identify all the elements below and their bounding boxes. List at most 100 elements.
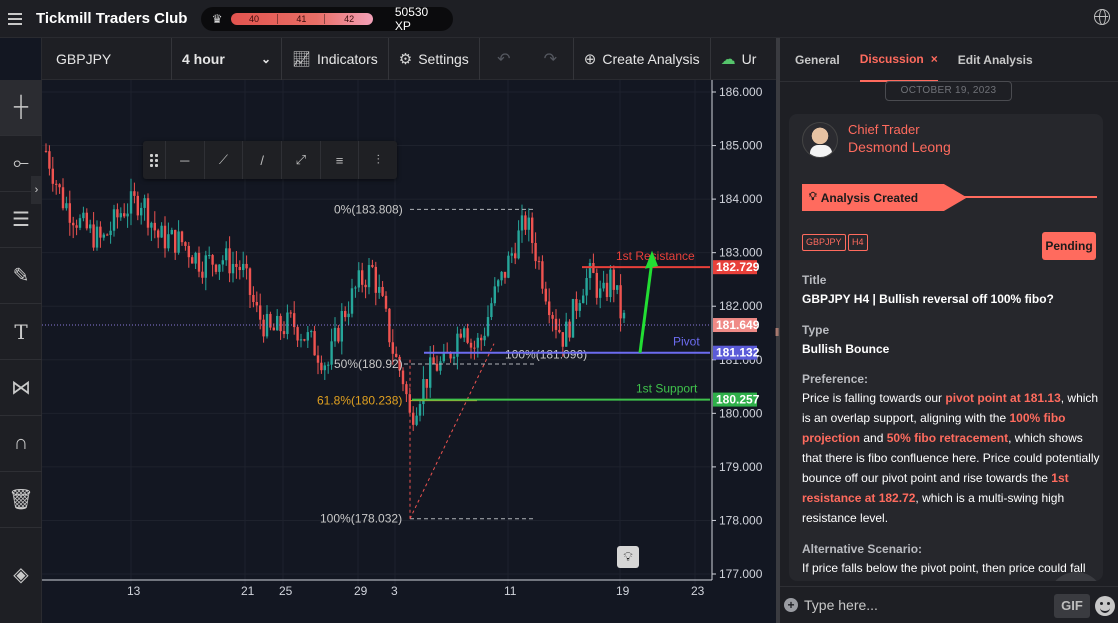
redo-button[interactable]: ↷ [528, 37, 574, 80]
hamburger-menu-icon[interactable] [4, 0, 26, 38]
tab-discussion[interactable]: Discussion × [859, 38, 938, 82]
close-icon[interactable]: × [931, 52, 938, 66]
xp-progress[interactable]: ♛ 40 41 42 50530 XP [201, 5, 454, 33]
interval-dropdown[interactable]: 4 hour ⌄ [172, 37, 282, 80]
candle-body [429, 357, 432, 388]
candle-body [330, 341, 333, 365]
settings-button[interactable]: ⚙ Settings [389, 37, 480, 80]
candle-body [272, 327, 275, 331]
pattern-icon: ⋈ [11, 377, 31, 399]
candle-body [194, 252, 197, 264]
status-badge: Pending [1042, 232, 1096, 260]
candle-body [289, 312, 292, 314]
candle-body [609, 269, 612, 298]
candle-body [163, 225, 167, 249]
chart-area[interactable]: 186.000 185.000 184.000 183.000 182.000 181.0… [42, 80, 778, 606]
horizontal-line-icon[interactable]: ─ [164, 141, 204, 179]
candle-body [286, 312, 289, 335]
gif-button[interactable]: GIF [1054, 594, 1090, 618]
ray-icon[interactable]: ⟋ [203, 141, 243, 179]
candle-body [412, 412, 415, 425]
candle-body [432, 357, 435, 364]
candle-body [214, 264, 218, 272]
candle-body [599, 288, 602, 298]
fib-label: 100%(178.032) [320, 512, 402, 526]
price-badge-label: 180.257 [716, 393, 760, 407]
create-analysis-button[interactable]: ⊕ Create Analysis [574, 37, 711, 80]
emoji-icon[interactable] [1095, 596, 1115, 616]
candle-body [527, 217, 530, 230]
candle-body [571, 299, 575, 338]
candle-body [180, 231, 184, 243]
candle-body [524, 215, 527, 230]
expand-tools-chevron-icon[interactable]: › [31, 176, 42, 204]
price-tick-label: 180.000 [719, 406, 763, 420]
lightbulb-icon[interactable]: 💡︎ [617, 546, 639, 568]
candle-body [296, 327, 299, 341]
indicators-button[interactable]: 📈︎ Indicators [282, 37, 389, 80]
candle-body [204, 255, 207, 278]
tab-general[interactable]: General [795, 38, 840, 82]
symbol-selector[interactable]: GBPJPY [42, 37, 172, 80]
layers-icon: ◈ [13, 563, 29, 586]
candle-body [588, 262, 592, 278]
tab-edit-analysis[interactable]: Edit Analysis [958, 38, 1033, 82]
candle-body [361, 270, 364, 285]
cloud-check-icon: ☁ [720, 50, 736, 68]
globe-icon[interactable] [1094, 9, 1110, 25]
brush-tool[interactable]: ✎ [0, 248, 42, 304]
avatar[interactable] [802, 122, 838, 158]
candle-body [354, 287, 357, 289]
rank-badge-icon: ♛ [211, 11, 223, 26]
candle-body [140, 207, 143, 216]
alternative-scenario-label: Alternative Scenario: [802, 542, 923, 556]
drag-handle-icon[interactable] [143, 153, 165, 167]
delete-tool[interactable]: 🗑︎ [0, 472, 42, 528]
candle-body [561, 332, 564, 347]
candle-body [480, 337, 483, 341]
fib-channel-icon[interactable]: ⫶ [358, 141, 397, 179]
layers-tool[interactable]: ◈ [0, 546, 42, 602]
time-tick-label: 29 [354, 584, 368, 598]
interval-label: 4 hour [182, 50, 225, 67]
candle-body [119, 213, 122, 218]
trend-line-icon[interactable]: / [242, 141, 281, 179]
candle-body [367, 265, 371, 288]
price-tick-label: 186.000 [719, 85, 763, 99]
pref-text-part: and [860, 431, 887, 445]
xp-level: 41 [278, 13, 326, 24]
crosshair-tool[interactable]: ┼ [0, 80, 42, 136]
title-value: GBPJPY H4 | Bullish reversal off 100% fi… [802, 292, 1054, 306]
candle-body [136, 195, 139, 216]
candle-body [486, 317, 490, 336]
candle-body [320, 362, 323, 371]
candle-body [415, 415, 418, 425]
extended-line-icon[interactable]: ⤢ [280, 141, 320, 179]
candle-body [133, 191, 136, 196]
candle-body [391, 342, 394, 354]
text-tool[interactable]: T [0, 304, 42, 360]
type-label: Type [802, 323, 830, 337]
parallel-channel-icon[interactable]: ≡ [319, 141, 359, 179]
trash-icon: 🗑︎ [8, 489, 34, 511]
candle-body [497, 280, 500, 287]
analysis-created-label: Analysis Created [820, 190, 919, 205]
candle-body [534, 242, 537, 262]
support-label: 1st Support [636, 382, 698, 396]
projection-arrow [638, 260, 654, 354]
candle-body [575, 299, 578, 311]
cloud-save-button[interactable]: ☁ Ur [711, 38, 767, 80]
candle-body [170, 229, 173, 235]
message-input[interactable] [804, 593, 1044, 617]
candle-body [276, 315, 279, 331]
undo-icon: ↶ [497, 50, 511, 68]
candle-body [374, 266, 377, 293]
undo-button[interactable]: ↶ [480, 38, 528, 80]
magnet-tool[interactable]: ∩ [0, 416, 42, 472]
attach-plus-icon[interactable]: + [784, 598, 798, 612]
pattern-tool[interactable]: ⋈ [0, 360, 42, 416]
author-name[interactable]: Desmond Leong [848, 139, 951, 155]
candle-body [299, 339, 303, 341]
text-icon: T [14, 319, 28, 344]
candle-body [177, 231, 180, 253]
